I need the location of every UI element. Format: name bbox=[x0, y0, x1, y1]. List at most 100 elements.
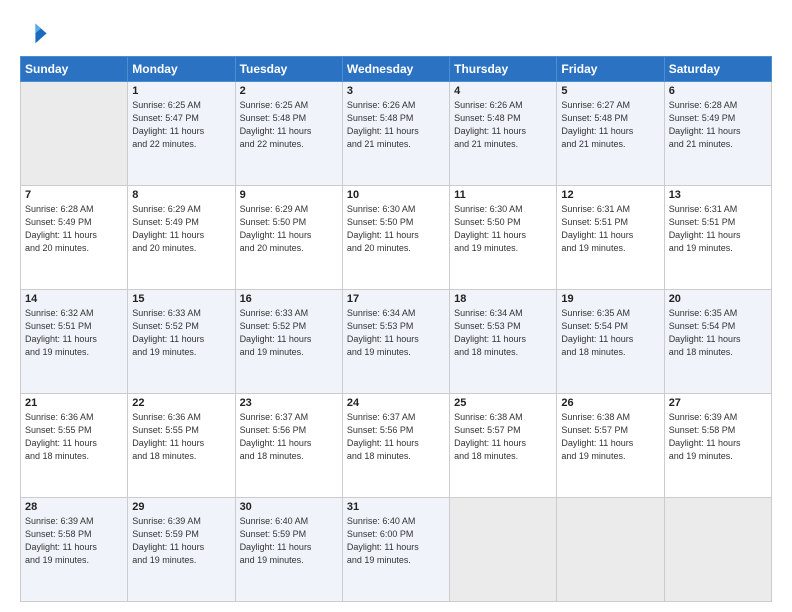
calendar-cell bbox=[21, 82, 128, 186]
calendar-cell: 28 Sunrise: 6:39 AM Sunset: 5:58 PM Dayli… bbox=[21, 498, 128, 602]
calendar-cell: 23 Sunrise: 6:37 AM Sunset: 5:56 PM Dayli… bbox=[235, 394, 342, 498]
calendar-week-row: 1Sunrise: 6:25 AM Sunset: 5:47 PM Daylig… bbox=[21, 82, 772, 186]
calendar-cell: 24 Sunrise: 6:37 AM Sunset: 5:56 PM Dayli… bbox=[342, 394, 449, 498]
day-number: 14 bbox=[25, 293, 123, 305]
day-info: Sunrise: 6:40 AM Sunset: 6:00 PM Dayligh… bbox=[347, 515, 445, 567]
day-number: 19 bbox=[561, 293, 659, 305]
day-info: Sunrise: 6:26 AM Sunset: 5:48 PM Dayligh… bbox=[347, 99, 445, 151]
calendar-table: SundayMondayTuesdayWednesdayThursdayFrid… bbox=[20, 56, 772, 602]
calendar-cell: 17 Sunrise: 6:34 AM Sunset: 5:53 PM Dayli… bbox=[342, 290, 449, 394]
calendar-cell: 18Sunrise: 6:34 AM Sunset: 5:53 PM Dayli… bbox=[450, 290, 557, 394]
day-number: 3 bbox=[347, 85, 445, 97]
calendar-cell bbox=[557, 498, 664, 602]
day-number: 25 bbox=[454, 397, 552, 409]
day-number: 17 bbox=[347, 293, 445, 305]
page: SundayMondayTuesdayWednesdayThursdayFrid… bbox=[0, 0, 792, 612]
calendar-cell: 20Sunrise: 6:35 AM Sunset: 5:54 PM Dayli… bbox=[664, 290, 771, 394]
day-info: Sunrise: 6:31 AM Sunset: 5:51 PM Dayligh… bbox=[669, 203, 767, 255]
calendar-cell: 25 Sunrise: 6:38 AM Sunset: 5:57 PM Dayli… bbox=[450, 394, 557, 498]
weekday-header-tuesday: Tuesday bbox=[235, 57, 342, 82]
header bbox=[20, 18, 772, 46]
calendar-cell: 5 Sunrise: 6:27 AM Sunset: 5:48 PM Daylig… bbox=[557, 82, 664, 186]
day-info: Sunrise: 6:38 AM Sunset: 5:57 PM Dayligh… bbox=[561, 411, 659, 463]
calendar-cell: 22 Sunrise: 6:36 AM Sunset: 5:55 PM Dayli… bbox=[128, 394, 235, 498]
day-number: 26 bbox=[561, 397, 659, 409]
day-number: 13 bbox=[669, 189, 767, 201]
day-number: 21 bbox=[25, 397, 123, 409]
weekday-header-friday: Friday bbox=[557, 57, 664, 82]
day-number: 27 bbox=[669, 397, 767, 409]
calendar-cell: 16Sunrise: 6:33 AM Sunset: 5:52 PM Dayli… bbox=[235, 290, 342, 394]
day-number: 20 bbox=[669, 293, 767, 305]
calendar-cell: 7Sunrise: 6:28 AM Sunset: 5:49 PM Daylig… bbox=[21, 186, 128, 290]
day-number: 15 bbox=[132, 293, 230, 305]
calendar-cell: 4 Sunrise: 6:26 AM Sunset: 5:48 PM Daylig… bbox=[450, 82, 557, 186]
calendar-week-row: 14 Sunrise: 6:32 AM Sunset: 5:51 PM Dayli… bbox=[21, 290, 772, 394]
calendar-cell: 2Sunrise: 6:25 AM Sunset: 5:48 PM Daylig… bbox=[235, 82, 342, 186]
calendar-cell: 27 Sunrise: 6:39 AM Sunset: 5:58 PM Dayli… bbox=[664, 394, 771, 498]
calendar-cell: 1Sunrise: 6:25 AM Sunset: 5:47 PM Daylig… bbox=[128, 82, 235, 186]
day-number: 28 bbox=[25, 501, 123, 513]
day-number: 10 bbox=[347, 189, 445, 201]
calendar-week-row: 28 Sunrise: 6:39 AM Sunset: 5:58 PM Dayli… bbox=[21, 498, 772, 602]
day-info: Sunrise: 6:36 AM Sunset: 5:55 PM Dayligh… bbox=[25, 411, 123, 463]
calendar-week-row: 7Sunrise: 6:28 AM Sunset: 5:49 PM Daylig… bbox=[21, 186, 772, 290]
calendar-cell: 19 Sunrise: 6:35 AM Sunset: 5:54 PM Dayli… bbox=[557, 290, 664, 394]
weekday-header-saturday: Saturday bbox=[664, 57, 771, 82]
day-number: 6 bbox=[669, 85, 767, 97]
day-info: Sunrise: 6:37 AM Sunset: 5:56 PM Dayligh… bbox=[347, 411, 445, 463]
calendar-cell: 31 Sunrise: 6:40 AM Sunset: 6:00 PM Dayli… bbox=[342, 498, 449, 602]
weekday-header-sunday: Sunday bbox=[21, 57, 128, 82]
generalblue-logo-icon bbox=[20, 18, 48, 46]
day-number: 31 bbox=[347, 501, 445, 513]
weekday-header-wednesday: Wednesday bbox=[342, 57, 449, 82]
day-info: Sunrise: 6:39 AM Sunset: 5:58 PM Dayligh… bbox=[669, 411, 767, 463]
day-number: 8 bbox=[132, 189, 230, 201]
calendar-week-row: 21 Sunrise: 6:36 AM Sunset: 5:55 PM Dayli… bbox=[21, 394, 772, 498]
day-number: 24 bbox=[347, 397, 445, 409]
day-info: Sunrise: 6:34 AM Sunset: 5:53 PM Dayligh… bbox=[347, 307, 445, 359]
day-info: Sunrise: 6:28 AM Sunset: 5:49 PM Dayligh… bbox=[669, 99, 767, 151]
day-number: 23 bbox=[240, 397, 338, 409]
calendar-cell: 12 Sunrise: 6:31 AM Sunset: 5:51 PM Dayli… bbox=[557, 186, 664, 290]
day-info: Sunrise: 6:34 AM Sunset: 5:53 PM Dayligh… bbox=[454, 307, 552, 359]
day-number: 22 bbox=[132, 397, 230, 409]
day-number: 12 bbox=[561, 189, 659, 201]
calendar-cell: 8Sunrise: 6:29 AM Sunset: 5:49 PM Daylig… bbox=[128, 186, 235, 290]
logo bbox=[20, 18, 50, 46]
day-info: Sunrise: 6:26 AM Sunset: 5:48 PM Dayligh… bbox=[454, 99, 552, 151]
day-info: Sunrise: 6:38 AM Sunset: 5:57 PM Dayligh… bbox=[454, 411, 552, 463]
day-info: Sunrise: 6:31 AM Sunset: 5:51 PM Dayligh… bbox=[561, 203, 659, 255]
day-info: Sunrise: 6:32 AM Sunset: 5:51 PM Dayligh… bbox=[25, 307, 123, 359]
day-info: Sunrise: 6:40 AM Sunset: 5:59 PM Dayligh… bbox=[240, 515, 338, 567]
day-number: 5 bbox=[561, 85, 659, 97]
day-info: Sunrise: 6:37 AM Sunset: 5:56 PM Dayligh… bbox=[240, 411, 338, 463]
calendar-cell: 14 Sunrise: 6:32 AM Sunset: 5:51 PM Dayli… bbox=[21, 290, 128, 394]
calendar-cell: 30 Sunrise: 6:40 AM Sunset: 5:59 PM Dayli… bbox=[235, 498, 342, 602]
calendar-cell bbox=[664, 498, 771, 602]
weekday-header-monday: Monday bbox=[128, 57, 235, 82]
day-info: Sunrise: 6:39 AM Sunset: 5:59 PM Dayligh… bbox=[132, 515, 230, 567]
day-number: 4 bbox=[454, 85, 552, 97]
calendar-cell: 15Sunrise: 6:33 AM Sunset: 5:52 PM Dayli… bbox=[128, 290, 235, 394]
calendar-cell: 29 Sunrise: 6:39 AM Sunset: 5:59 PM Dayli… bbox=[128, 498, 235, 602]
day-number: 29 bbox=[132, 501, 230, 513]
day-number: 2 bbox=[240, 85, 338, 97]
calendar-cell: 11Sunrise: 6:30 AM Sunset: 5:50 PM Dayli… bbox=[450, 186, 557, 290]
day-info: Sunrise: 6:30 AM Sunset: 5:50 PM Dayligh… bbox=[454, 203, 552, 255]
day-info: Sunrise: 6:29 AM Sunset: 5:50 PM Dayligh… bbox=[240, 203, 338, 255]
day-number: 9 bbox=[240, 189, 338, 201]
day-number: 1 bbox=[132, 85, 230, 97]
day-info: Sunrise: 6:27 AM Sunset: 5:48 PM Dayligh… bbox=[561, 99, 659, 151]
calendar-cell: 3 Sunrise: 6:26 AM Sunset: 5:48 PM Daylig… bbox=[342, 82, 449, 186]
day-number: 30 bbox=[240, 501, 338, 513]
weekday-header-thursday: Thursday bbox=[450, 57, 557, 82]
day-info: Sunrise: 6:39 AM Sunset: 5:58 PM Dayligh… bbox=[25, 515, 123, 567]
calendar-cell: 26 Sunrise: 6:38 AM Sunset: 5:57 PM Dayli… bbox=[557, 394, 664, 498]
weekday-header-row: SundayMondayTuesdayWednesdayThursdayFrid… bbox=[21, 57, 772, 82]
day-number: 7 bbox=[25, 189, 123, 201]
day-info: Sunrise: 6:36 AM Sunset: 5:55 PM Dayligh… bbox=[132, 411, 230, 463]
day-info: Sunrise: 6:35 AM Sunset: 5:54 PM Dayligh… bbox=[561, 307, 659, 359]
calendar-cell: 9 Sunrise: 6:29 AM Sunset: 5:50 PM Daylig… bbox=[235, 186, 342, 290]
calendar-cell: 13 Sunrise: 6:31 AM Sunset: 5:51 PM Dayli… bbox=[664, 186, 771, 290]
